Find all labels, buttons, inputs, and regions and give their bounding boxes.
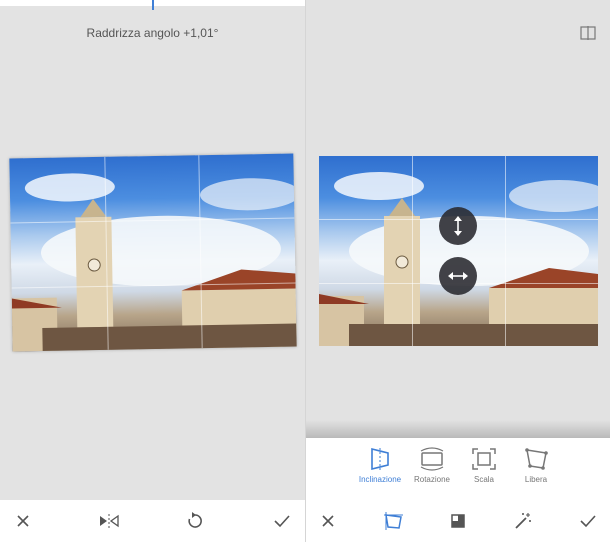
angle-label: Raddrizza angolo +1,01° xyxy=(86,26,219,40)
vertical-tilt-icon[interactable] xyxy=(439,207,477,245)
tools-shadow xyxy=(306,420,610,438)
magic-wand-icon[interactable] xyxy=(511,510,535,532)
horizontal-tilt-icon[interactable] xyxy=(439,257,477,295)
bottom-toolbar xyxy=(306,500,610,542)
check-icon[interactable] xyxy=(270,510,294,532)
photo-scene xyxy=(319,172,598,346)
tool-label: Libera xyxy=(524,475,548,484)
straighten-panel: Raddrizza angolo +1,01° xyxy=(0,0,305,542)
perspective-panel: Inclinazione Rotazione Scala Libera xyxy=(305,0,610,542)
flip-icon[interactable] xyxy=(97,510,121,532)
check-icon[interactable] xyxy=(576,510,600,532)
photo-preview[interactable] xyxy=(319,156,598,346)
grid-line xyxy=(504,156,506,346)
rotate-icon[interactable] xyxy=(183,510,207,532)
tool-libera[interactable]: Libera xyxy=(505,446,567,498)
bottom-toolbar xyxy=(0,500,305,542)
perspective-tilt-icon xyxy=(371,447,389,471)
angle-ruler[interactable] xyxy=(0,0,305,10)
fill-icon[interactable] xyxy=(446,510,470,532)
perspective-icon[interactable] xyxy=(381,510,405,532)
free-transform-icon xyxy=(525,448,548,470)
close-icon[interactable] xyxy=(316,510,340,532)
compare-icon[interactable] xyxy=(580,26,596,40)
close-icon[interactable] xyxy=(11,510,35,532)
photo-scene xyxy=(11,173,297,352)
transform-tools: Inclinazione Rotazione Scala Libera xyxy=(306,438,610,500)
angle-ruler-indicator xyxy=(152,0,154,10)
grid-line xyxy=(411,156,413,346)
rotation-icon xyxy=(420,447,444,471)
scale-icon xyxy=(472,448,496,470)
photo-preview[interactable] xyxy=(9,153,297,352)
